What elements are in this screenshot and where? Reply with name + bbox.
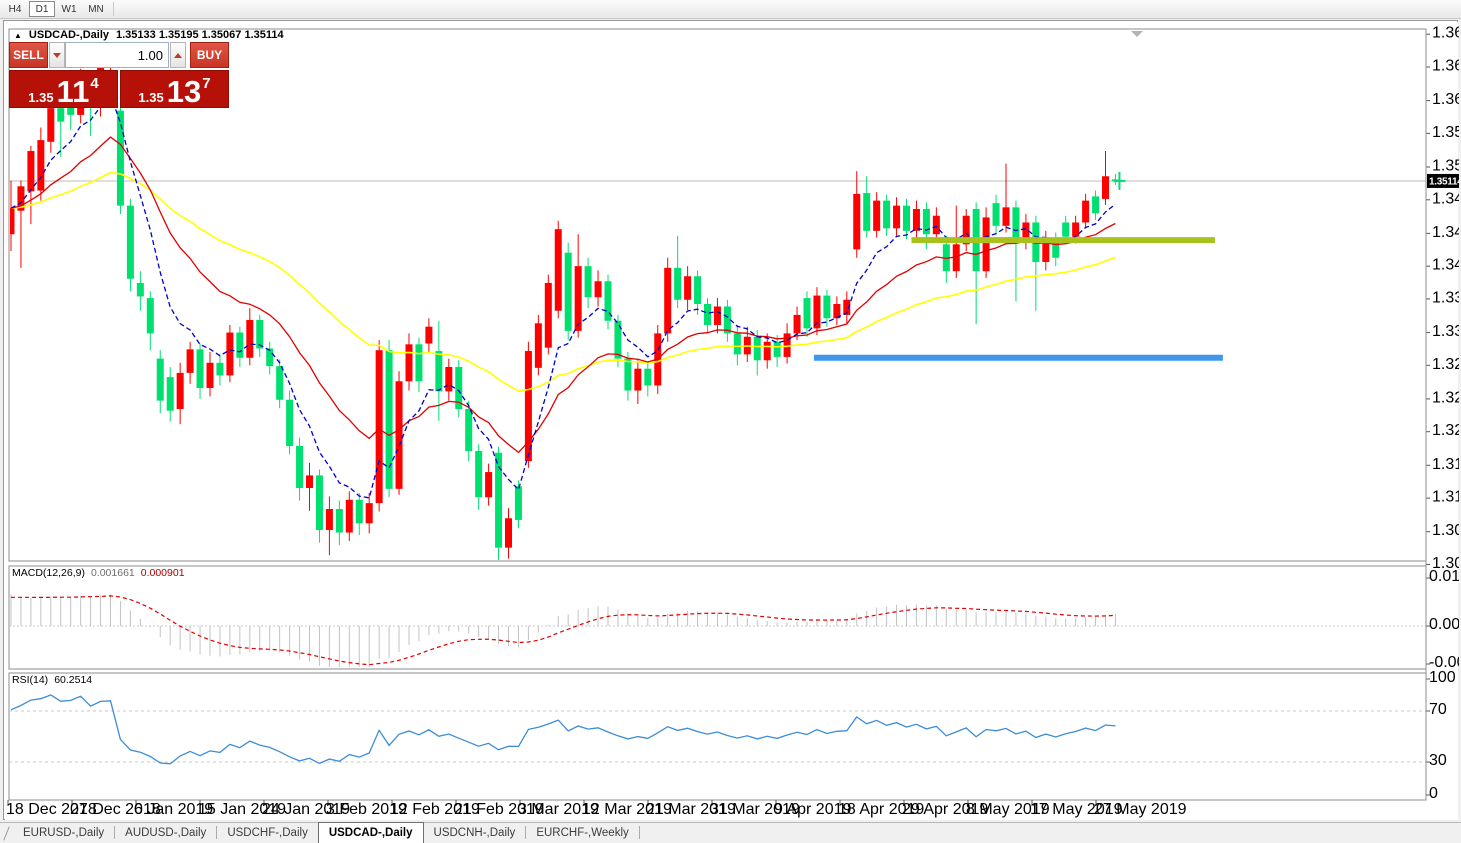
sell-price-big: 11	[57, 79, 90, 104]
tab-audusd-daily[interactable]: AUDUSD-,Daily	[115, 823, 216, 843]
candle	[495, 447, 502, 561]
candle	[226, 325, 233, 382]
collapse-arrow-icon[interactable]: ▲	[14, 31, 22, 40]
candle	[555, 221, 562, 318]
timeframe-button-d1[interactable]: D1	[29, 1, 55, 17]
tab-eurchf-weekly[interactable]: EURCHF-,Weekly	[526, 823, 638, 843]
symbol-tabbar: EURUSD-,DailyAUDUSD-,DailyUSDCHF-,DailyU…	[0, 822, 1461, 843]
chart-window: 1.36860 1.36470 1.36070 1.35680 1.35280 1.348…	[3, 20, 1458, 820]
price-axis-label: 1.34490	[1432, 224, 1459, 241]
chart-canvas[interactable]: 1.36860 1.36470 1.36070 1.35680 1.35280 1.348…	[4, 21, 1459, 821]
macd-label: MACD(12,26,9) 0.001661 0.000901	[12, 567, 185, 579]
volume-input[interactable]: 1.00	[65, 42, 169, 68]
macd-axis-label: 0.010229	[1429, 568, 1459, 585]
candle	[455, 360, 462, 417]
buy-price-big: 13	[167, 79, 201, 104]
toolbar-separator	[113, 2, 114, 16]
candle	[565, 243, 572, 340]
sell-price-button[interactable]: 1.35 11 4	[9, 70, 118, 108]
svg-text:1.35114: 1.35114	[1429, 176, 1459, 187]
price-axis-label: 1.32920	[1432, 356, 1459, 373]
trading-app-window: H4D1W1MN 1.368601.364701.360701.356801.3…	[0, 0, 1461, 843]
timeframe-toolbar: H4D1W1MN	[0, 0, 1461, 19]
price-axis-label: 1.30940	[1432, 522, 1459, 539]
tabbar-corner	[3, 826, 10, 840]
macd-main-value: 0.001661	[91, 567, 135, 579]
tab-usdcnh-daily[interactable]: USDCNH-,Daily	[424, 823, 526, 843]
timeframe-button-w1[interactable]: W1	[56, 1, 82, 17]
tab-usdcad-daily[interactable]: USDCAD-,Daily	[318, 822, 424, 843]
candle	[376, 340, 383, 511]
timeframe-button-mn[interactable]: MN	[83, 1, 109, 17]
triangle-up-icon	[174, 53, 182, 58]
price-axis-label: 1.34100	[1432, 257, 1459, 274]
price-axis-label: 1.31340	[1432, 489, 1459, 506]
rsi-axis-label: 0	[1429, 785, 1438, 802]
rsi-axis-label: 30	[1429, 752, 1447, 769]
macd-name: MACD(12,26,9)	[12, 567, 85, 579]
price-axis-label: 1.33310	[1432, 323, 1459, 340]
rsi-pane	[9, 673, 1426, 800]
triangle-down-icon	[53, 53, 61, 58]
price-axis-label: 1.32130	[1432, 422, 1459, 439]
candle	[396, 371, 403, 495]
price-axis-label: 1.34890	[1432, 190, 1459, 207]
price-axis-label: 1.33710	[1432, 289, 1459, 306]
candle	[664, 258, 671, 342]
candle	[127, 199, 134, 291]
price-axis-label: 1.31730	[1432, 456, 1459, 473]
buy-price-small: 1.35	[138, 91, 163, 104]
chart-ohlc-values: 1.35133 1.35195 1.35067 1.35114	[116, 29, 284, 41]
sell-button[interactable]: SELL	[9, 42, 48, 68]
chart-symbol-label: USDCAD-,Daily	[29, 29, 109, 41]
price-axis-label: 1.36470	[1432, 58, 1459, 75]
rsi-axis-label: 100	[1429, 669, 1456, 686]
rsi-label: RSI(14) 60.2514	[12, 674, 92, 686]
tab-separator	[639, 826, 640, 839]
rsi-value: 60.2514	[54, 674, 92, 686]
buy-price-button[interactable]: 1.35 13 7	[120, 70, 229, 108]
candle	[286, 391, 293, 455]
price-axis-label: 1.35280	[1432, 158, 1459, 175]
rsi-name: RSI(14)	[12, 674, 48, 686]
buy-price-sup: 7	[202, 75, 210, 92]
price-axis-label: 1.32520	[1432, 389, 1459, 406]
macd-axis-label: 0.00	[1429, 616, 1459, 633]
candle	[545, 275, 552, 355]
macd-signal-value: 0.000901	[141, 567, 185, 579]
price-axis-label: 1.36070	[1432, 91, 1459, 108]
candle	[386, 340, 393, 497]
volume-increase-button[interactable]	[170, 42, 186, 68]
sell-price-sup: 4	[90, 75, 98, 92]
candle	[535, 315, 542, 376]
tab-usdchf-daily[interactable]: USDCHF-,Daily	[217, 823, 318, 843]
price-axis-label: 1.35680	[1432, 124, 1459, 141]
volume-decrease-button[interactable]	[49, 42, 65, 68]
buy-button[interactable]: BUY	[190, 42, 229, 68]
timeframe-button-h4[interactable]: H4	[2, 1, 28, 17]
chart-title: ▲ USDCAD-,Daily 1.35133 1.35195 1.35067 …	[14, 29, 284, 41]
price-axis-label: 1.36860	[1432, 25, 1459, 42]
sell-price-small: 1.35	[28, 91, 53, 104]
rsi-axis-label: 70	[1429, 701, 1447, 718]
tab-eurusd-daily[interactable]: EURUSD-,Daily	[13, 823, 114, 843]
one-click-trade-panel: SELL 1.00 BUY 1.35 11 4 1.35 13 7	[9, 42, 229, 108]
price-pane	[9, 29, 1426, 561]
date-axis-label: 27 May 2019	[1094, 801, 1187, 818]
